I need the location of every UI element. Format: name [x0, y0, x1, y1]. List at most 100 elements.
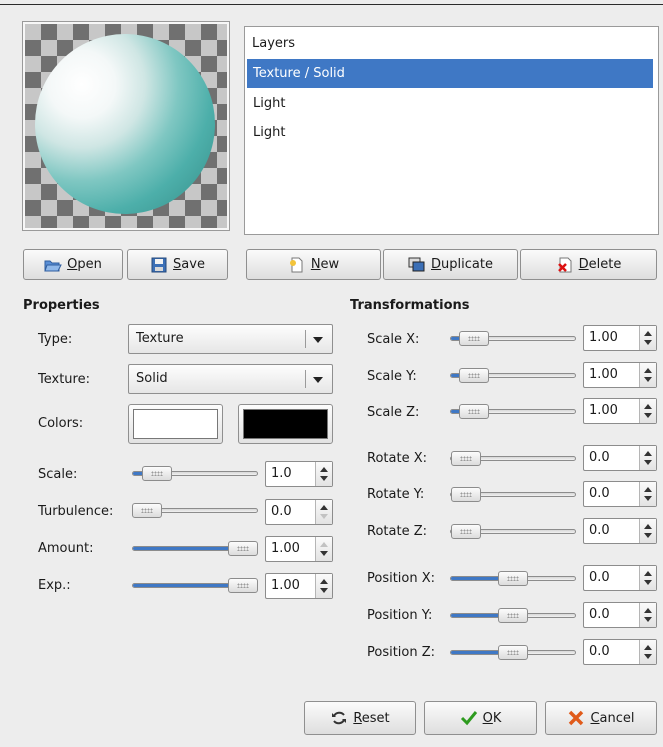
ok-button[interactable]: OK — [424, 701, 537, 735]
reset-label: Reset — [353, 710, 390, 726]
spin-up-icon — [320, 542, 328, 547]
turbulence-label: Turbulence: — [38, 504, 114, 519]
color-button-2[interactable] — [238, 404, 333, 444]
type-combo[interactable]: Texture — [128, 324, 333, 354]
scale-z-spinbutton[interactable]: 1.00 — [583, 398, 657, 424]
position-x-spinbutton[interactable]: 0.0 — [583, 565, 657, 591]
turbulence-spinbutton[interactable]: 0.0 — [265, 499, 333, 525]
scale-slider-handle[interactable] — [142, 466, 172, 481]
spin-down-icon — [320, 588, 328, 593]
layer-item-texture-solid[interactable]: Texture / Solid — [247, 59, 653, 88]
delete-button[interactable]: Delete — [520, 249, 657, 280]
spin-down-icon — [644, 617, 652, 622]
delete-label: Delete — [578, 257, 622, 272]
spin-down-icon — [644, 377, 652, 382]
new-button[interactable]: New — [246, 249, 381, 280]
save-label: Save — [173, 257, 205, 272]
color-swatch-black — [243, 409, 328, 439]
properties-heading: Properties — [23, 298, 100, 313]
rotate-x-slider-handle[interactable] — [451, 451, 481, 466]
duplicate-button[interactable]: Duplicate — [383, 249, 518, 280]
spin-down-icon — [644, 340, 652, 345]
scale-x-slider-handle[interactable] — [459, 331, 489, 346]
position-y-label: Position Y: — [367, 608, 433, 623]
color-swatch-white — [133, 409, 218, 439]
layer-item-light-1[interactable]: Light — [247, 89, 653, 118]
rotate-y-label: Rotate Y: — [367, 487, 425, 502]
layers-list[interactable]: Layers Texture / Solid Light Light — [244, 26, 659, 235]
layer-item-light-2[interactable]: Light — [247, 118, 653, 147]
texture-label: Texture: — [38, 372, 90, 387]
scale-y-label: Scale Y: — [367, 369, 417, 384]
delete-icon — [557, 257, 572, 272]
type-value: Texture — [136, 331, 184, 346]
cancel-x-icon — [569, 710, 584, 726]
position-z-value: 0.0 — [589, 644, 610, 659]
spin-up-icon — [644, 645, 652, 650]
scale-spinbutton[interactable]: 1.0 — [265, 461, 333, 487]
position-z-spinbutton[interactable]: 0.0 — [583, 639, 657, 665]
scale-y-spinbutton[interactable]: 1.00 — [583, 362, 657, 388]
exp-slider-handle[interactable] — [228, 578, 258, 593]
rotate-x-label: Rotate X: — [367, 451, 427, 466]
transformations-heading: Transformations — [350, 298, 470, 313]
spin-down-icon — [644, 533, 652, 538]
amount-spinbutton[interactable]: 1.00 — [265, 536, 333, 562]
reset-button[interactable]: Reset — [304, 701, 416, 735]
scale-x-spinbutton[interactable]: 1.00 — [583, 325, 657, 351]
spin-up-icon — [644, 331, 652, 336]
open-button[interactable]: Open — [23, 249, 123, 280]
turbulence-slider-handle[interactable] — [132, 503, 162, 518]
turbulence-value: 0.0 — [271, 504, 292, 519]
position-z-slider-handle[interactable] — [498, 645, 528, 660]
new-label: New — [310, 257, 340, 272]
amount-value: 1.00 — [271, 541, 300, 556]
position-y-value: 0.0 — [589, 607, 610, 622]
save-button[interactable]: Save — [127, 249, 228, 280]
spin-down-icon — [320, 551, 328, 556]
rotate-z-label: Rotate Z: — [367, 524, 427, 539]
spin-down-icon — [644, 413, 652, 418]
ok-label: OK — [482, 710, 502, 726]
exp-value: 1.00 — [271, 578, 300, 593]
position-x-slider-handle[interactable] — [498, 571, 528, 586]
spin-up-icon — [644, 608, 652, 613]
colors-label: Colors: — [38, 416, 84, 431]
exp-spinbutton[interactable]: 1.00 — [265, 573, 333, 599]
spin-down-icon — [320, 514, 328, 519]
amount-slider-handle[interactable] — [228, 541, 258, 556]
color-button-1[interactable] — [128, 404, 223, 444]
exp-label: Exp.: — [38, 578, 71, 593]
scale-x-value: 1.00 — [589, 330, 618, 345]
rotate-x-spinbutton[interactable]: 0.0 — [583, 445, 657, 471]
chevron-down-icon — [313, 337, 323, 343]
window-top-border — [0, 0, 663, 5]
preview-canvas — [22, 21, 230, 231]
layers-title: Layers — [252, 36, 296, 51]
scale-z-slider-handle[interactable] — [459, 404, 489, 419]
scale-y-value: 1.00 — [589, 367, 618, 382]
position-x-label: Position X: — [367, 571, 436, 586]
rotate-y-slider-handle[interactable] — [451, 487, 481, 502]
rotate-z-value: 0.0 — [589, 523, 610, 538]
scale-y-slider-handle[interactable] — [459, 368, 489, 383]
checkmark-icon — [460, 711, 477, 726]
spin-down-icon — [644, 580, 652, 585]
rotate-x-value: 0.0 — [589, 450, 610, 465]
position-y-slider-handle[interactable] — [498, 608, 528, 623]
floppy-save-icon — [151, 257, 167, 272]
spin-up-icon — [644, 487, 652, 492]
position-y-spinbutton[interactable]: 0.0 — [583, 602, 657, 628]
rotate-y-spinbutton[interactable]: 0.0 — [583, 481, 657, 507]
cancel-button[interactable]: Cancel — [545, 701, 657, 735]
position-x-value: 0.0 — [589, 570, 610, 585]
open-label: Open — [67, 257, 102, 272]
rotate-z-spinbutton[interactable]: 0.0 — [583, 518, 657, 544]
scale-label: Scale: — [38, 467, 78, 482]
texture-value: Solid — [136, 371, 168, 386]
scale-x-label: Scale X: — [367, 332, 420, 347]
cancel-label: Cancel — [590, 710, 635, 726]
texture-combo[interactable]: Solid — [128, 364, 333, 394]
chevron-down-icon — [313, 377, 323, 383]
rotate-z-slider-handle[interactable] — [451, 524, 481, 539]
